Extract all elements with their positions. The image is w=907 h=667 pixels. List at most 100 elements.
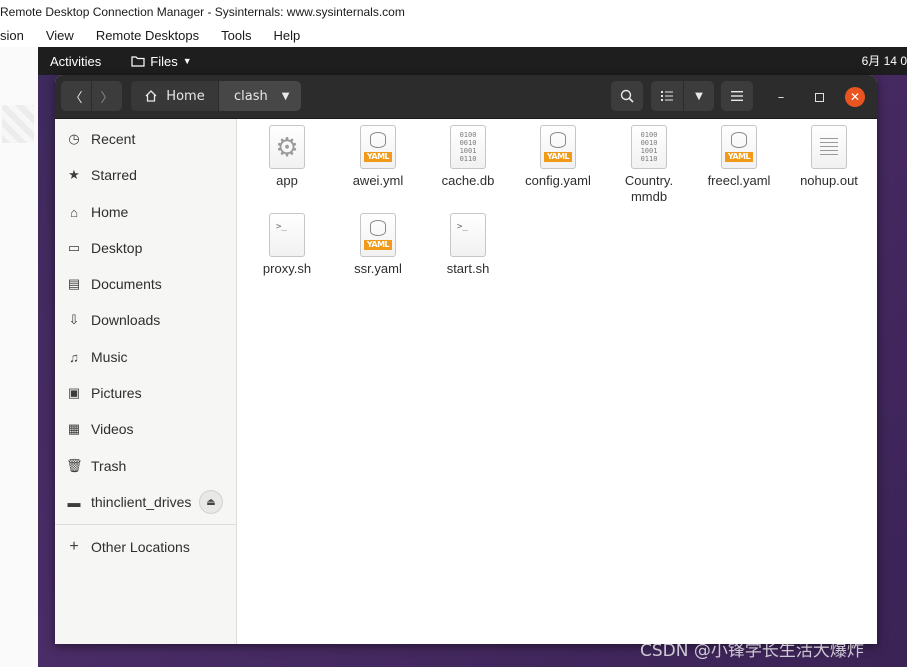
breadcrumb-current-label: clash [234, 88, 268, 104]
plus-icon: + [69, 538, 79, 555]
home-icon: ⌂ [70, 204, 78, 220]
file-name: config.yaml [525, 173, 591, 188]
sidebar-item-desktop[interactable]: ▭ Desktop [55, 233, 237, 263]
sidebar-item-trash[interactable]: 🗑 Trash [55, 451, 237, 481]
activities-button[interactable]: Activities [50, 54, 101, 69]
chevron-down-icon: ▼ [695, 90, 703, 102]
sidebar-item-documents[interactable]: ▤ Documents [55, 269, 237, 299]
sidebar-item-downloads[interactable]: ⇩ Downloads [55, 305, 237, 335]
file-name: proxy.sh [262, 261, 312, 276]
download-icon: ⇩ [68, 312, 80, 327]
back-button[interactable]: 〈 [61, 81, 91, 111]
clock[interactable]: 6月 14 0 [862, 47, 907, 75]
file-item-proxy-sh[interactable]: >_ proxy.sh [242, 213, 332, 277]
host-side-panel [0, 47, 38, 667]
hamburger-icon [731, 91, 743, 101]
forward-button[interactable]: 〉 [92, 81, 122, 111]
breadcrumb-current-folder[interactable]: clash ▼ [219, 81, 301, 111]
main-menu-button[interactable] [721, 81, 753, 111]
file-item-awei-yml[interactable]: YAML awei.yml [333, 125, 423, 189]
host-menu-remote-desktops[interactable]: Remote Desktops [96, 28, 199, 43]
sidebar-item-label: Desktop [91, 240, 143, 256]
sidebar-divider [55, 524, 237, 525]
database-icon [550, 132, 566, 148]
sidebar-item-label: Documents [91, 276, 162, 292]
chevron-down-icon: ▼ [182, 56, 192, 66]
close-icon: ✕ [849, 90, 861, 104]
file-name: cache.db [441, 173, 495, 188]
search-icon [620, 89, 634, 103]
chevron-left-icon: 〈 [69, 90, 83, 106]
picture-icon: ▣ [67, 385, 81, 400]
files-app-menu[interactable]: Files ▼ [131, 54, 192, 69]
yaml-file-icon: YAML [360, 213, 396, 257]
yaml-file-icon: YAML [360, 125, 396, 169]
executable-file-icon: ⚙ [269, 125, 305, 169]
sidebar-item-label: Other Locations [91, 539, 190, 555]
binary-file-icon: 0100 0010 1001 0110 [450, 125, 486, 169]
file-item-country-mmdb[interactable]: 0100 0010 1001 0110 Country. mmdb [604, 125, 694, 205]
star-icon: ★ [68, 167, 80, 182]
eject-button[interactable]: ⏏ [199, 490, 223, 514]
places-sidebar: ◷ Recent ★ Starred ⌂ Home ▭ Desktop ▤ Documen… [55, 119, 237, 644]
sidebar-item-home[interactable]: ⌂ Home [55, 197, 237, 227]
file-name: awei.yml [352, 173, 404, 188]
yaml-file-icon: YAML [721, 125, 757, 169]
chevron-down-icon: ▼ [281, 90, 290, 102]
view-list-button[interactable] [651, 81, 683, 111]
sidebar-item-music[interactable]: ♫ Music [55, 342, 237, 372]
database-icon [370, 132, 386, 148]
yaml-badge: YAML [364, 152, 392, 162]
yaml-badge: YAML [364, 240, 392, 250]
file-item-cache-db[interactable]: 0100 0010 1001 0110 cache.db [423, 125, 513, 189]
file-item-config-yaml[interactable]: YAML config.yaml [513, 125, 603, 189]
terminal-icon: >_ [276, 222, 287, 232]
host-menubar: sion View Remote Desktops Tools Help [0, 24, 907, 47]
search-button[interactable] [611, 81, 643, 111]
sidebar-item-label: Trash [91, 458, 127, 474]
host-menu-view[interactable]: View [46, 28, 74, 43]
file-item-ssr-yaml[interactable]: YAML ssr.yaml [333, 213, 423, 277]
blurred-thumbnail [2, 105, 34, 143]
gear-icon: ⚙ [275, 131, 299, 162]
remote-desktop: Activities Files ▼ 6月 14 0 〈 〉 Home clas… [38, 47, 907, 667]
document-icon: ▤ [67, 276, 81, 291]
host-menu-tools[interactable]: Tools [221, 28, 251, 43]
file-name: Country. mmdb [624, 173, 674, 204]
gnome-top-bar: Activities Files ▼ 6月 14 0 [38, 47, 907, 75]
yaml-badge: YAML [725, 152, 753, 162]
sidebar-item-starred[interactable]: ★ Starred [55, 160, 237, 190]
sidebar-item-thinclient-drives[interactable]: ▬ thinclient_drives ⏏ [55, 487, 237, 517]
desktop-icon: ▭ [67, 240, 81, 255]
file-item-app[interactable]: ⚙ app [242, 125, 332, 189]
watermark: CSDN @小锋学长生活大爆炸 [640, 641, 864, 661]
host-window-title: Remote Desktop Connection Manager - Sysi… [0, 0, 907, 24]
view-options-button[interactable]: ▼ [684, 81, 714, 111]
music-icon: ♫ [69, 349, 79, 365]
files-window: 〈 〉 Home clash ▼ ▼ – ✕ ◷ Recent ★ Starre… [55, 75, 877, 644]
video-icon: ▦ [67, 421, 81, 436]
sidebar-item-label: Videos [91, 421, 134, 437]
sidebar-item-videos[interactable]: ▦ Videos [55, 414, 237, 444]
home-icon [145, 90, 157, 102]
drive-icon: ▬ [67, 494, 81, 510]
file-item-start-sh[interactable]: >_ start.sh [423, 213, 513, 277]
host-menu-session[interactable]: sion [0, 28, 24, 43]
file-item-nohup-out[interactable]: nohup.out [784, 125, 874, 189]
list-view-icon [661, 91, 673, 101]
script-file-icon: >_ [269, 213, 305, 257]
sidebar-item-recent[interactable]: ◷ Recent [55, 124, 237, 154]
close-button[interactable]: ✕ [845, 87, 865, 107]
maximize-button[interactable] [809, 87, 829, 107]
file-item-freecl-yaml[interactable]: YAML freecl.yaml [694, 125, 784, 189]
sidebar-item-other-locations[interactable]: + Other Locations [55, 532, 237, 562]
host-menu-help[interactable]: Help [274, 28, 301, 43]
minimize-button[interactable]: – [771, 87, 791, 107]
file-name: nohup.out [800, 173, 858, 188]
file-name: start.sh [446, 261, 490, 276]
folder-icon [131, 56, 145, 67]
text-lines-icon [820, 138, 838, 158]
sidebar-item-pictures[interactable]: ▣ Pictures [55, 378, 237, 408]
breadcrumb-home[interactable]: Home [131, 81, 218, 111]
sidebar-item-label: thinclient_drives [91, 494, 192, 510]
